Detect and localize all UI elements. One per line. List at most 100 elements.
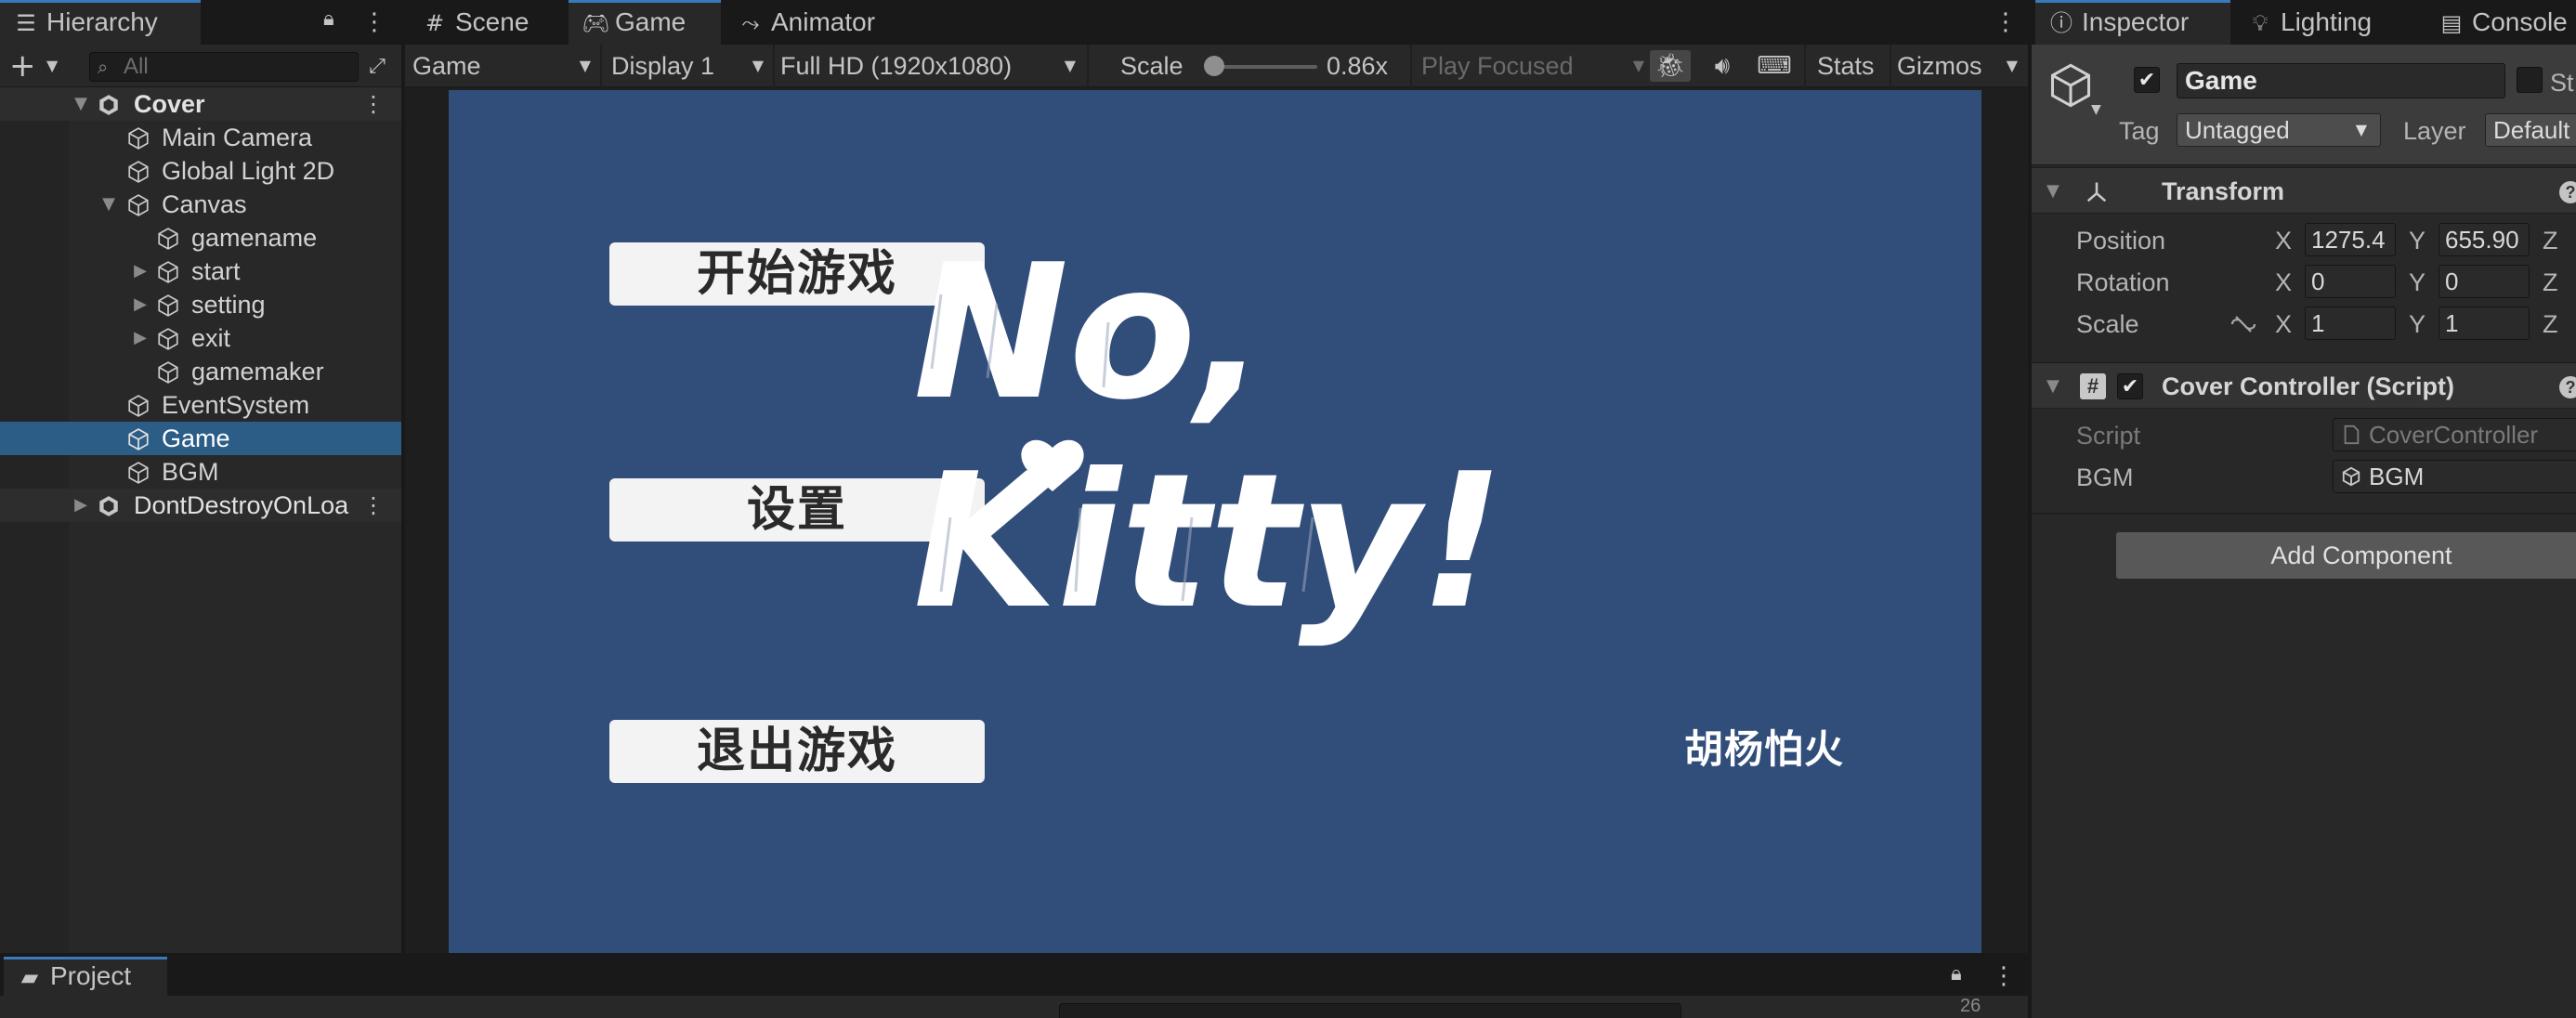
object-name-field[interactable]: Game (2177, 63, 2505, 98)
scene-menu-kebab-icon[interactable]: ⋮ (362, 87, 385, 121)
position-y-field[interactable]: 655.90 (2439, 223, 2530, 256)
gamepad-icon: 🎮︎ (582, 10, 610, 36)
tab-lighting[interactable]: 💡︎ Lighting (2234, 0, 2420, 45)
display-dropdown[interactable]: Display 1 ▼ (611, 45, 764, 87)
gizmos-dropdown[interactable]: ▼ (1995, 45, 2018, 87)
script-field: CoverController (2333, 418, 2576, 451)
tab-scene[interactable]: # Scene (409, 0, 567, 45)
collapse-arrow-icon[interactable]: ▼ (2046, 168, 2059, 215)
transform-header[interactable]: ▼ Transform ? (2032, 167, 2576, 214)
cover-controller-header[interactable]: ▼ # ✔ Cover Controller (Script) ? (2032, 362, 2576, 409)
keyboard-icon[interactable]: ⌨ (1754, 50, 1795, 82)
hierarchy-row-global-light[interactable]: Global Light 2D (0, 154, 401, 188)
hierarchy-row-exit[interactable]: ▶ exit (0, 321, 401, 355)
play-mode-dropdown[interactable]: Play Focused ▼ (1421, 45, 1644, 87)
tab-project[interactable]: ▰ Project (4, 957, 167, 996)
hierarchy-row-game[interactable]: Game (0, 422, 401, 455)
tab-hierarchy[interactable]: ☰ Hierarchy (0, 0, 201, 45)
tab-animator[interactable]: ⤳ Animator (725, 0, 920, 45)
collapse-arrow-icon[interactable]: ▼ (2046, 363, 2059, 410)
project-menu-kebab-icon[interactable]: ⋮ (1992, 957, 2016, 996)
exit-game-button[interactable]: 退出游戏 (609, 720, 985, 783)
active-checkbox[interactable]: ✔ (2134, 67, 2160, 93)
hierarchy-row-setting[interactable]: ▶ setting (0, 288, 401, 321)
scale-label: Scale (2076, 310, 2139, 338)
console-icon: ▤ (2440, 10, 2463, 36)
collapse-arrow-icon[interactable]: ▶ (130, 288, 150, 321)
resolution-dropdown[interactable]: Full HD (1920x1080) ▼ (780, 45, 1076, 87)
dropdown-arrow-icon: ▼ (2091, 102, 2101, 117)
hierarchy-row-start[interactable]: ▶ start (0, 254, 401, 288)
dropdown-arrow-icon: ▼ (1064, 57, 1076, 74)
gameobject-cube-icon (158, 228, 178, 250)
title-line-2: Kitty! (913, 434, 1504, 650)
title-line-1: No, (913, 239, 1267, 441)
view-select-dropdown[interactable]: Game ▼ (412, 45, 591, 87)
animator-icon: ⤳ (741, 10, 760, 36)
tab-inspector[interactable]: ⓘ Inspector (2035, 0, 2230, 45)
hierarchy-row-gamemaker[interactable]: gamemaker (0, 355, 401, 388)
inspector-panel: ⓘ Inspector 💡︎ Lighting ▤ Console ▼ ✔ Game … (2032, 0, 2576, 1018)
collapse-arrow-icon[interactable]: ▶ (130, 321, 150, 355)
lock-icon[interactable]: 🔒︎ (323, 7, 346, 35)
hierarchy-row-eventsystem[interactable]: EventSystem (0, 388, 401, 422)
tag-label: Tag (2119, 117, 2160, 145)
bug-icon[interactable]: 🐞︎ (1650, 50, 1691, 82)
hierarchy-search-input[interactable] (124, 53, 347, 81)
hierarchy-row-bgm[interactable]: BGM (0, 455, 401, 489)
collapse-arrow-icon[interactable]: ▶ (71, 489, 91, 522)
scene-menu-kebab-icon[interactable]: ⋮ (362, 489, 385, 522)
audio-speaker-icon[interactable]: 🔊︎ (1702, 50, 1743, 82)
static-checkbox[interactable] (2517, 67, 2543, 93)
game-view-menu-kebab-icon[interactable]: ⋮ (1994, 0, 2018, 45)
gizmos-button[interactable]: Gizmos (1897, 45, 1982, 87)
list-icon: ☰ (16, 10, 36, 36)
toolbar-separator (1087, 45, 1089, 87)
grid-icon: # (425, 10, 445, 36)
tab-game[interactable]: 🎮︎ Game (569, 0, 721, 45)
position-x-field[interactable]: 1275.4 (2305, 223, 2396, 256)
scale-slider-handle[interactable] (1204, 56, 1224, 76)
bgm-object-field[interactable]: BGM (2333, 460, 2576, 493)
rotation-x-field[interactable]: 0 (2305, 265, 2396, 298)
collapse-arrow-icon[interactable]: ▶ (130, 254, 150, 288)
gameobject-cube-icon[interactable] (2046, 61, 2095, 110)
hierarchy-menu-kebab-icon[interactable]: ⋮ (362, 0, 386, 45)
game-toolbar: Game ▼ Display 1 ▼ Full HD (1920x1080) ▼ Sc… (405, 45, 2028, 87)
scale-label: Scale (1120, 52, 1183, 80)
hierarchy-row-main-camera[interactable]: Main Camera (0, 121, 401, 154)
gameobject-cube-icon (158, 261, 178, 283)
expand-arrow-icon[interactable]: ▼ (71, 87, 91, 121)
axis-y-label: Y (2409, 268, 2426, 296)
layer-dropdown[interactable]: Default (2485, 113, 2576, 147)
rotation-y-field[interactable]: 0 (2439, 265, 2530, 298)
game-render-canvas[interactable]: 开始游戏 设置 退出游戏 No, Kitty! 胡杨怕火 (449, 90, 1981, 953)
center-tabbar: # Scene 🎮︎ Game ⤳ Animator ⋮ (405, 0, 2028, 45)
add-component-button[interactable]: Add Component (2115, 531, 2576, 580)
hierarchy-row-canvas[interactable]: ▼ Canvas (0, 188, 401, 221)
constrain-proportions-icon[interactable] (2229, 312, 2258, 336)
hierarchy-panel: ☰Hierarchy 🔒︎ ⋮ +▼ ⌕ ⤢ ▼ Cover ⋮ Main Ca… (0, 0, 401, 953)
help-icon[interactable]: ? (2559, 376, 2576, 398)
hierarchy-search[interactable]: ⌕ (89, 52, 359, 82)
gameobject-cube-icon (128, 395, 149, 417)
position-label: Position (2076, 227, 2166, 254)
hierarchy-row-cover[interactable]: ▼ Cover ⋮ (0, 87, 401, 121)
scale-y-field[interactable]: 1 (2439, 307, 2530, 340)
tab-console[interactable]: ▤ Console (2426, 0, 2576, 45)
expand-arrow-icon[interactable]: ▼ (98, 188, 119, 221)
lock-icon[interactable]: 🔒︎ (1951, 962, 1973, 990)
hierarchy-tree: ▼ Cover ⋮ Main Camera Global Light 2D ▼ … (0, 87, 401, 953)
project-search-input[interactable] (1059, 1003, 1681, 1018)
scale-x-field[interactable]: 1 (2305, 307, 2396, 340)
gameobject-cube-icon (128, 127, 149, 150)
component-enabled-checkbox[interactable]: ✔ (2117, 373, 2143, 399)
axis-y-label: Y (2409, 227, 2426, 254)
search-filter-icon[interactable]: ⤢ (362, 52, 392, 82)
stats-button[interactable]: Stats (1817, 45, 1875, 87)
hierarchy-row-gamename[interactable]: gamename (0, 221, 401, 254)
help-icon[interactable]: ? (2559, 181, 2576, 203)
hierarchy-row-dontdestroyonload[interactable]: ▶ DontDestroyOnLoa ⋮ (0, 489, 401, 522)
tag-dropdown[interactable]: Untagged ▼ (2177, 113, 2381, 147)
create-plus-button[interactable]: + ▼ (9, 48, 65, 84)
